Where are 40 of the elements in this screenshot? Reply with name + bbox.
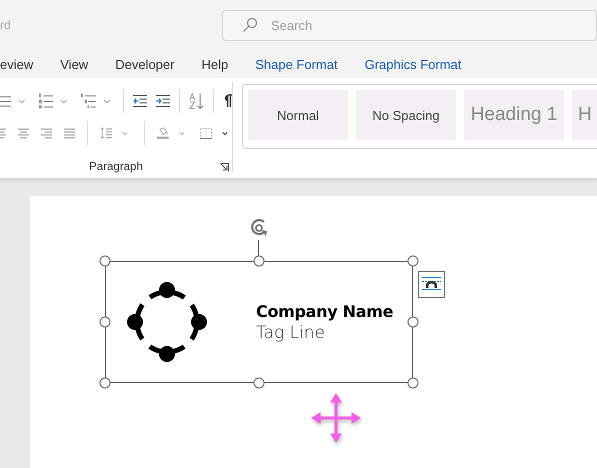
- selected-text-box[interactable]: Company Name Tag Line: [105, 261, 413, 383]
- numbering-icon[interactable]: [38, 93, 54, 109]
- search-icon: [242, 16, 258, 32]
- layout-options-icon[interactable]: [418, 271, 445, 298]
- justify-icon[interactable]: [64, 126, 75, 140]
- resize-handle[interactable]: [254, 378, 264, 388]
- ribbon-tab[interactable]: Graphics Format: [356, 52, 470, 76]
- resize-handle[interactable]: [408, 316, 418, 328]
- resize-handle[interactable]: [408, 256, 418, 266]
- ribbon-tab[interactable]: Shape Format: [246, 52, 347, 76]
- pilcrow-icon[interactable]: [222, 94, 232, 108]
- resize-handle[interactable]: [100, 256, 110, 266]
- resize-handle[interactable]: [408, 378, 418, 388]
- bullets-icon[interactable]: [0, 94, 12, 108]
- decrease-indent-icon[interactable]: [133, 94, 148, 108]
- company-name: Company Name: [256, 302, 394, 320]
- borders-icon[interactable]: [200, 126, 212, 140]
- style-tile[interactable]: No Spacing: [356, 90, 456, 140]
- ribbon-tab[interactable]: eview: [0, 52, 42, 76]
- resize-handle[interactable]: [254, 256, 264, 266]
- align-right-icon[interactable]: [40, 126, 52, 140]
- multilevel-list-icon[interactable]: [80, 93, 96, 109]
- style-tile[interactable]: Normal: [248, 90, 348, 140]
- search-field[interactable]: Search: [222, 10, 597, 40]
- group-label: Paragraph: [89, 161, 143, 173]
- ribbon-tab[interactable]: View: [51, 52, 98, 76]
- tag-line: Tag Line: [256, 322, 326, 342]
- line-spacing-icon[interactable]: [100, 125, 112, 141]
- align-center-icon[interactable]: [18, 126, 29, 140]
- dialog-launcher-icon[interactable]: [220, 163, 229, 172]
- resize-handle[interactable]: [100, 316, 110, 328]
- align-left-icon[interactable]: [0, 126, 6, 140]
- sort-icon[interactable]: [188, 92, 204, 110]
- shading-icon[interactable]: [156, 125, 168, 141]
- ribbon-tab[interactable]: Developer: [106, 52, 184, 76]
- resize-handle[interactable]: [100, 378, 110, 388]
- increase-indent-icon[interactable]: [156, 94, 170, 108]
- caret-icon[interactable]: [222, 130, 228, 136]
- ribbon-tab[interactable]: Help: [192, 52, 238, 76]
- window-title: rd: [0, 18, 11, 32]
